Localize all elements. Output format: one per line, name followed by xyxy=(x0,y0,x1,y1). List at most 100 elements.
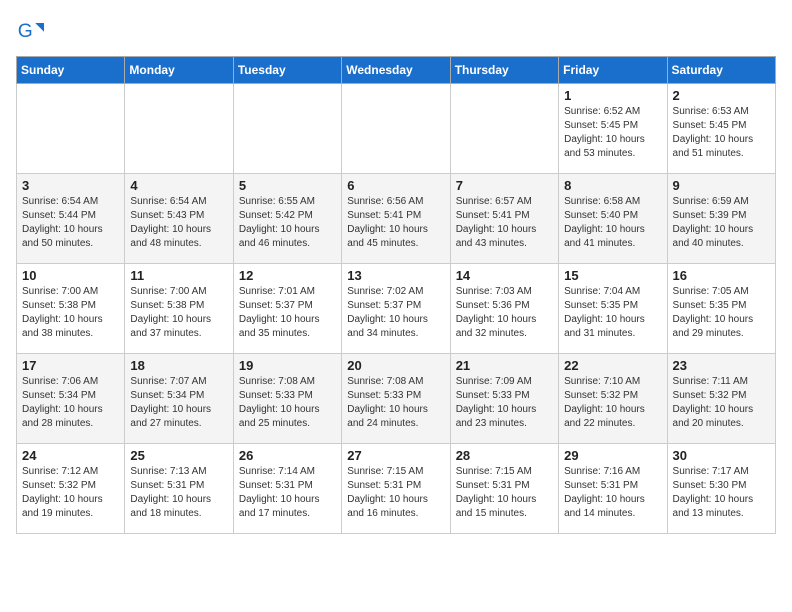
day-number: 20 xyxy=(347,358,444,373)
day-info: Sunrise: 6:58 AM Sunset: 5:40 PM Dayligh… xyxy=(564,195,661,251)
logo-icon: G xyxy=(16,16,44,44)
day-number: 19 xyxy=(239,358,336,373)
calendar-cell: 15 Sunrise: 7:04 AM Sunset: 5:35 PM Dayli… xyxy=(559,264,667,354)
calendar-cell: 22Sunrise: 7:10 AM Sunset: 5:32 PM Dayli… xyxy=(559,354,667,444)
day-info: Sunrise: 7:05 AM Sunset: 5:35 PM Dayligh… xyxy=(673,285,770,341)
page-header: G xyxy=(16,16,776,44)
day-info: Sunrise: 7:16 AM Sunset: 5:31 PM Dayligh… xyxy=(564,465,661,521)
day-info: Sunrise: 7:08 AM Sunset: 5:33 PM Dayligh… xyxy=(347,375,444,431)
calendar-cell: 10 Sunrise: 7:00 AM Sunset: 5:38 PM Dayli… xyxy=(17,264,125,354)
day-number: 1 xyxy=(564,88,661,103)
day-number: 12 xyxy=(239,268,336,283)
calendar-cell: 13 Sunrise: 7:02 AM Sunset: 5:37 PM Dayli… xyxy=(342,264,450,354)
weekday-header: Saturday xyxy=(667,57,775,84)
weekday-header: Thursday xyxy=(450,57,558,84)
day-number: 13 xyxy=(347,268,444,283)
day-number: 30 xyxy=(673,448,770,463)
calendar-cell xyxy=(450,84,558,174)
calendar-week-row: 10 Sunrise: 7:00 AM Sunset: 5:38 PM Dayli… xyxy=(17,264,776,354)
calendar-cell xyxy=(17,84,125,174)
day-info: Sunrise: 7:15 AM Sunset: 5:31 PM Dayligh… xyxy=(347,465,444,521)
day-info: Sunrise: 7:08 AM Sunset: 5:33 PM Dayligh… xyxy=(239,375,336,431)
day-info: Sunrise: 6:53 AM Sunset: 5:45 PM Dayligh… xyxy=(673,105,770,161)
day-number: 8 xyxy=(564,178,661,193)
calendar-cell: 21 Sunrise: 7:09 AM Sunset: 5:33 PM Dayli… xyxy=(450,354,558,444)
day-info: Sunrise: 7:00 AM Sunset: 5:38 PM Dayligh… xyxy=(130,285,227,341)
day-number: 10 xyxy=(22,268,119,283)
day-info: Sunrise: 7:03 AM Sunset: 5:36 PM Dayligh… xyxy=(456,285,553,341)
calendar-cell: 18Sunrise: 7:07 AM Sunset: 5:34 PM Dayli… xyxy=(125,354,233,444)
day-number: 5 xyxy=(239,178,336,193)
calendar-week-row: 3 Sunrise: 6:54 AM Sunset: 5:44 PM Daylig… xyxy=(17,174,776,264)
day-info: Sunrise: 7:14 AM Sunset: 5:31 PM Dayligh… xyxy=(239,465,336,521)
calendar-cell: 7Sunrise: 6:57 AM Sunset: 5:41 PM Daylig… xyxy=(450,174,558,264)
weekday-header: Wednesday xyxy=(342,57,450,84)
day-info: Sunrise: 6:59 AM Sunset: 5:39 PM Dayligh… xyxy=(673,195,770,251)
calendar-cell: 16Sunrise: 7:05 AM Sunset: 5:35 PM Dayli… xyxy=(667,264,775,354)
day-number: 2 xyxy=(673,88,770,103)
calendar-cell: 4 Sunrise: 6:54 AM Sunset: 5:43 PM Daylig… xyxy=(125,174,233,264)
calendar-week-row: 1 Sunrise: 6:52 AM Sunset: 5:45 PM Daylig… xyxy=(17,84,776,174)
calendar-cell: 30 Sunrise: 7:17 AM Sunset: 5:30 PM Dayli… xyxy=(667,444,775,534)
weekday-header: Tuesday xyxy=(233,57,341,84)
calendar-cell xyxy=(233,84,341,174)
day-info: Sunrise: 6:54 AM Sunset: 5:44 PM Dayligh… xyxy=(22,195,119,251)
weekday-header: Friday xyxy=(559,57,667,84)
day-number: 6 xyxy=(347,178,444,193)
calendar-cell: 6 Sunrise: 6:56 AM Sunset: 5:41 PM Daylig… xyxy=(342,174,450,264)
day-number: 28 xyxy=(456,448,553,463)
calendar-cell: 9 Sunrise: 6:59 AM Sunset: 5:39 PM Daylig… xyxy=(667,174,775,264)
day-info: Sunrise: 7:02 AM Sunset: 5:37 PM Dayligh… xyxy=(347,285,444,341)
calendar-cell: 29 Sunrise: 7:16 AM Sunset: 5:31 PM Dayli… xyxy=(559,444,667,534)
calendar-body: 1 Sunrise: 6:52 AM Sunset: 5:45 PM Daylig… xyxy=(17,84,776,534)
day-info: Sunrise: 7:09 AM Sunset: 5:33 PM Dayligh… xyxy=(456,375,553,431)
logo: G xyxy=(16,16,48,44)
calendar-cell: 24Sunrise: 7:12 AM Sunset: 5:32 PM Dayli… xyxy=(17,444,125,534)
calendar-cell: 25Sunrise: 7:13 AM Sunset: 5:31 PM Dayli… xyxy=(125,444,233,534)
day-info: Sunrise: 6:57 AM Sunset: 5:41 PM Dayligh… xyxy=(456,195,553,251)
day-number: 3 xyxy=(22,178,119,193)
day-info: Sunrise: 7:06 AM Sunset: 5:34 PM Dayligh… xyxy=(22,375,119,431)
calendar-cell: 27 Sunrise: 7:15 AM Sunset: 5:31 PM Dayli… xyxy=(342,444,450,534)
calendar-cell: 2 Sunrise: 6:53 AM Sunset: 5:45 PM Daylig… xyxy=(667,84,775,174)
day-number: 27 xyxy=(347,448,444,463)
calendar-cell xyxy=(125,84,233,174)
day-info: Sunrise: 7:13 AM Sunset: 5:31 PM Dayligh… xyxy=(130,465,227,521)
weekday-header: Sunday xyxy=(17,57,125,84)
day-info: Sunrise: 7:00 AM Sunset: 5:38 PM Dayligh… xyxy=(22,285,119,341)
day-number: 15 xyxy=(564,268,661,283)
day-number: 29 xyxy=(564,448,661,463)
calendar-cell: 19 Sunrise: 7:08 AM Sunset: 5:33 PM Dayli… xyxy=(233,354,341,444)
day-info: Sunrise: 7:17 AM Sunset: 5:30 PM Dayligh… xyxy=(673,465,770,521)
day-info: Sunrise: 6:52 AM Sunset: 5:45 PM Dayligh… xyxy=(564,105,661,161)
calendar-cell: 12Sunrise: 7:01 AM Sunset: 5:37 PM Dayli… xyxy=(233,264,341,354)
calendar-week-row: 17Sunrise: 7:06 AM Sunset: 5:34 PM Dayli… xyxy=(17,354,776,444)
day-number: 4 xyxy=(130,178,227,193)
day-info: Sunrise: 7:11 AM Sunset: 5:32 PM Dayligh… xyxy=(673,375,770,431)
day-info: Sunrise: 6:54 AM Sunset: 5:43 PM Dayligh… xyxy=(130,195,227,251)
day-number: 11 xyxy=(130,268,227,283)
calendar-cell: 1 Sunrise: 6:52 AM Sunset: 5:45 PM Daylig… xyxy=(559,84,667,174)
calendar-cell: 20 Sunrise: 7:08 AM Sunset: 5:33 PM Dayli… xyxy=(342,354,450,444)
day-number: 21 xyxy=(456,358,553,373)
calendar-cell: 11 Sunrise: 7:00 AM Sunset: 5:38 PM Dayli… xyxy=(125,264,233,354)
day-number: 26 xyxy=(239,448,336,463)
calendar-cell xyxy=(342,84,450,174)
day-info: Sunrise: 6:56 AM Sunset: 5:41 PM Dayligh… xyxy=(347,195,444,251)
day-number: 22 xyxy=(564,358,661,373)
calendar-cell: 23 Sunrise: 7:11 AM Sunset: 5:32 PM Dayli… xyxy=(667,354,775,444)
calendar-cell: 3 Sunrise: 6:54 AM Sunset: 5:44 PM Daylig… xyxy=(17,174,125,264)
calendar-cell: 28 Sunrise: 7:15 AM Sunset: 5:31 PM Dayli… xyxy=(450,444,558,534)
svg-text:G: G xyxy=(18,21,33,42)
day-info: Sunrise: 7:04 AM Sunset: 5:35 PM Dayligh… xyxy=(564,285,661,341)
calendar-week-row: 24Sunrise: 7:12 AM Sunset: 5:32 PM Dayli… xyxy=(17,444,776,534)
day-info: Sunrise: 6:55 AM Sunset: 5:42 PM Dayligh… xyxy=(239,195,336,251)
day-number: 9 xyxy=(673,178,770,193)
day-number: 23 xyxy=(673,358,770,373)
day-info: Sunrise: 7:07 AM Sunset: 5:34 PM Dayligh… xyxy=(130,375,227,431)
day-number: 24 xyxy=(22,448,119,463)
weekday-header: Monday xyxy=(125,57,233,84)
calendar-header-row: SundayMondayTuesdayWednesdayThursdayFrid… xyxy=(17,57,776,84)
day-info: Sunrise: 7:15 AM Sunset: 5:31 PM Dayligh… xyxy=(456,465,553,521)
day-number: 14 xyxy=(456,268,553,283)
